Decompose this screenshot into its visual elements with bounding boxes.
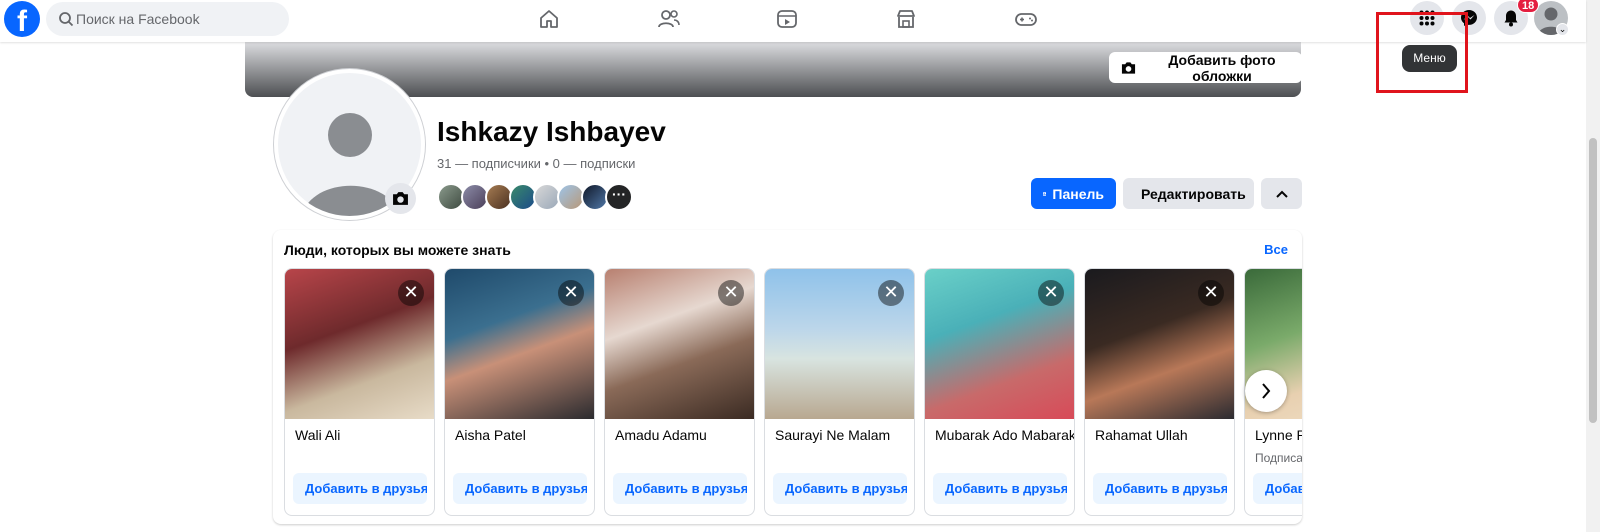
camera-icon: [393, 192, 408, 205]
add-friend-button[interactable]: Добавить в друзья: [293, 473, 427, 504]
person-name[interactable]: Lynne Ruth: [1255, 427, 1302, 443]
person-subtitle: Подписаться: [1255, 451, 1302, 465]
edit-profile-label: Редактировать: [1141, 185, 1246, 202]
search-input[interactable]: [76, 2, 276, 36]
see-all-link[interactable]: Все: [1264, 242, 1288, 257]
scrollbar-thumb[interactable]: [1589, 138, 1597, 423]
home-icon[interactable]: [536, 6, 562, 32]
person-card[interactable]: ✕ Saurayi Ne Malam Добавить в друзья: [764, 268, 915, 516]
dashboard-label: Панель: [1052, 185, 1104, 202]
profile-name: Ishkazy Ishbayev: [437, 116, 666, 147]
person-card[interactable]: ✕ Aisha Patel Добавить в друзья: [444, 268, 595, 516]
next-arrow-button[interactable]: [1245, 370, 1287, 412]
close-icon[interactable]: ✕: [1198, 280, 1224, 306]
close-icon[interactable]: ✕: [398, 280, 424, 306]
add-cover-photo-button[interactable]: Добавить фото обложки: [1109, 51, 1302, 84]
profile-stats: 31 — подписчики • 0 — подписки: [437, 156, 636, 171]
more-friends-icon[interactable]: ···: [605, 183, 633, 211]
camera-icon: [1121, 61, 1136, 74]
gaming-icon[interactable]: [1013, 6, 1039, 32]
close-icon[interactable]: ✕: [718, 280, 744, 306]
bell-icon: [1504, 10, 1518, 27]
video-icon[interactable]: [774, 6, 800, 32]
add-friend-label: Добавить в друзья: [1105, 481, 1227, 496]
add-friend-button[interactable]: Добавить в друзья: [773, 473, 907, 504]
close-icon[interactable]: ✕: [558, 280, 584, 306]
person-card[interactable]: ✕ Amadu Adamu Добавить в друзья: [604, 268, 755, 516]
person-name[interactable]: Amadu Adamu: [615, 427, 754, 443]
edit-profile-button[interactable]: Редактировать: [1123, 178, 1254, 209]
add-friend-button[interactable]: Добавить в друзья: [1093, 473, 1227, 504]
marketplace-icon[interactable]: [893, 6, 919, 32]
people-you-may-know: Люди, которых вы можете знать Все ✕ Wali…: [273, 230, 1302, 524]
add-friend-label: Добавить в друзья: [1265, 481, 1302, 496]
facebook-logo-icon[interactable]: f: [4, 1, 40, 37]
add-friend-button[interactable]: Добавить в друзья: [453, 473, 587, 504]
add-friend-label: Добавить в друзья: [625, 481, 747, 496]
add-friend-label: Добавить в друзья: [465, 481, 587, 496]
person-name[interactable]: Rahamat Ullah: [1095, 427, 1234, 443]
friends-icon[interactable]: [656, 6, 682, 32]
add-cover-photo-label: Добавить фото обложки: [1168, 51, 1276, 84]
person-card[interactable]: ✕ Rahamat Ullah Добавить в друзья: [1084, 268, 1235, 516]
add-friend-button[interactable]: Добавить в друзья: [933, 473, 1067, 504]
top-navbar: f 18 ⌄: [0, 0, 1586, 42]
highlight-box: [1376, 12, 1468, 93]
add-friend-label: Добавить в друзья: [785, 481, 907, 496]
pymk-title: Люди, которых вы можете знать: [284, 242, 511, 258]
update-profile-photo-button[interactable]: [385, 183, 416, 214]
account-chevron-icon[interactable]: ⌄: [1556, 23, 1569, 36]
chart-icon: [1043, 191, 1047, 196]
chevron-up-icon: [1275, 190, 1288, 198]
search-box[interactable]: [46, 2, 289, 36]
search-icon: [59, 12, 74, 27]
close-icon[interactable]: ✕: [878, 280, 904, 306]
dashboard-button[interactable]: Панель: [1031, 178, 1116, 209]
person-card[interactable]: ✕ Wali Ali Добавить в друзья: [284, 268, 435, 516]
person-name[interactable]: Wali Ali: [295, 427, 434, 443]
chevron-right-icon: [1262, 383, 1271, 399]
add-friend-label: Добавить в друзья: [945, 481, 1067, 496]
person-card[interactable]: ✕ Mubarak Ado Mabarak Добавить в друзья: [924, 268, 1075, 516]
close-icon[interactable]: ✕: [1038, 280, 1064, 306]
add-friend-label: Добавить в друзья: [305, 481, 427, 496]
person-name[interactable]: Saurayi Ne Malam: [775, 427, 914, 443]
person-name[interactable]: Mubarak Ado Mabarak: [935, 427, 1074, 443]
collapse-suggestions-button[interactable]: [1261, 178, 1302, 209]
add-friend-button[interactable]: Добавить в друзья: [613, 473, 747, 504]
person-name[interactable]: Aisha Patel: [455, 427, 594, 443]
scrollbar[interactable]: [1586, 0, 1600, 532]
notifications-badge: 18: [1517, 0, 1540, 13]
add-friend-button[interactable]: Добавить в друзья: [1253, 473, 1302, 504]
